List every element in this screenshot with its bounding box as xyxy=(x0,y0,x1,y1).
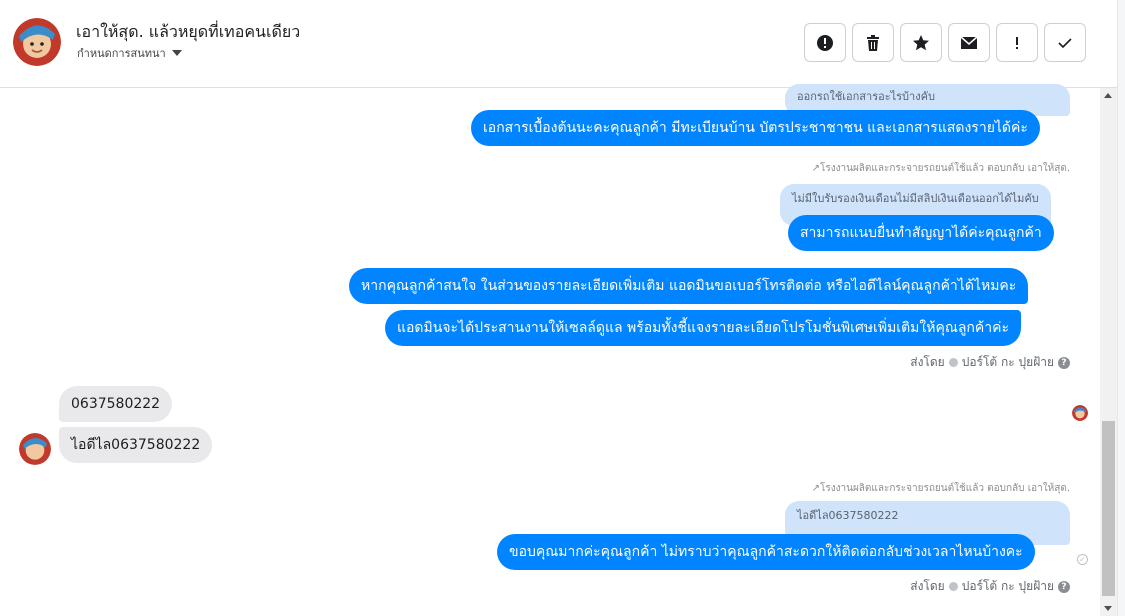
sent-by-name[interactable]: ปอร์โต้ กะ ปุยฝ้าย xyxy=(962,577,1054,596)
report-button[interactable] xyxy=(804,23,846,62)
window-edge xyxy=(1117,0,1125,616)
alert-circle-icon xyxy=(817,34,833,51)
message-text: เอกสารเบื้องต้นนะคะคุณลูกค้า มีทะเบียนบ้… xyxy=(483,120,1028,136)
delivered-check-icon: ✓ xyxy=(1077,554,1088,565)
quoted-message-text: ไอดีไล0637580222 xyxy=(797,509,899,522)
scroll-down-icon[interactable] xyxy=(1104,606,1112,611)
quoted-message-text: ออกรถใช้เอกสารอะไรบ้างคับ xyxy=(797,90,935,103)
incoming-message[interactable]: 0637580222 xyxy=(59,386,173,422)
help-icon[interactable]: ? xyxy=(1058,356,1070,369)
sent-by-label: ส่งโดย xyxy=(910,355,945,369)
sender-avatar[interactable] xyxy=(19,433,51,465)
trash-icon xyxy=(867,34,879,51)
sent-by-label: ส่งโดย xyxy=(910,579,945,593)
check-icon xyxy=(1058,37,1072,48)
message-text: ไอดีไล0637580222 xyxy=(71,437,201,453)
sent-by-info: ส่งโดย ปอร์โต้ กะ ปุยฝ้าย ? xyxy=(910,353,1070,372)
outgoing-message[interactable]: หากคุณลูกค้าสนใจ ในส่วนของรายละเอียดเพิ่… xyxy=(349,268,1029,304)
scroll-thumb[interactable] xyxy=(1102,421,1115,596)
reply-context: ↗โรงงานผลิตและกระจายรถยนต์ใช้แล้ว ตอบกลั… xyxy=(812,161,1070,176)
message-text: 0637580222 xyxy=(71,396,161,412)
caret-down-icon xyxy=(171,50,182,56)
quoted-message-text: ไม่มีใบรับรองเงินเดือนไม่มีสลิปเงินเดือน… xyxy=(792,192,1039,205)
conversation-menu-label: กำหนดการสนทนา xyxy=(77,47,166,60)
message-text: ขอบคุณมากค่ะคุณลูกค้า ไม่ทราบว่าคุณลูกค้… xyxy=(509,544,1023,560)
delete-button[interactable] xyxy=(852,23,894,62)
reply-arrow-icon: ↗ xyxy=(811,163,820,174)
scrollbar[interactable] xyxy=(1100,88,1117,616)
reply-context: ↗โรงงานผลิตและกระจายรถยนต์ใช้แล้ว ตอบกลั… xyxy=(812,481,1070,496)
help-icon[interactable]: ? xyxy=(1058,580,1070,593)
action-toolbar xyxy=(804,23,1086,62)
outgoing-message[interactable]: เอกสารเบื้องต้นนะคะคุณลูกค้า มีทะเบียนบ้… xyxy=(471,110,1040,146)
important-button[interactable] xyxy=(996,23,1038,62)
incoming-message[interactable]: ไอดีไล0637580222 xyxy=(59,427,213,463)
exclamation-icon xyxy=(1016,36,1018,49)
mark-unread-button[interactable] xyxy=(948,23,990,62)
star-icon xyxy=(913,34,929,50)
message-text: หากคุณลูกค้าสนใจ ในส่วนของรายละเอียดเพิ่… xyxy=(361,278,1017,294)
envelope-icon xyxy=(960,35,978,49)
message-text: แอดมินจะได้ประสานงานให้เซลล์ดูแล พร้อมทั… xyxy=(397,320,1009,336)
page-title: เอาให้สุด. แล้วหยุดที่เทอคนเดียว xyxy=(76,22,301,41)
contact-avatar[interactable] xyxy=(13,18,61,66)
reply-context-text: โรงงานผลิตและกระจายรถยนต์ใช้แล้ว ตอบกลับ… xyxy=(819,483,1070,494)
message-text: สามารถแนบยื่นทำสัญญาได้ค่ะคุณลูกค้า xyxy=(800,225,1042,241)
sent-by-info: ส่งโดย ปอร์โต้ กะ ปุยฝ้าย ? xyxy=(910,577,1070,596)
conversation-menu[interactable]: กำหนดการสนทนา xyxy=(77,44,182,62)
mark-done-button[interactable] xyxy=(1044,23,1086,62)
outgoing-message[interactable]: ขอบคุณมากค่ะคุณลูกค้า ไม่ทราบว่าคุณลูกค้… xyxy=(497,534,1035,570)
verified-icon xyxy=(948,358,958,367)
outgoing-message[interactable]: สามารถแนบยื่นทำสัญญาได้ค่ะคุณลูกค้า xyxy=(788,215,1054,251)
outgoing-message[interactable]: แอดมินจะได้ประสานงานให้เซลล์ดูแล พร้อมทั… xyxy=(385,310,1021,346)
verified-icon xyxy=(948,582,958,591)
scroll-up-icon[interactable] xyxy=(1104,93,1112,98)
conversation-header: เอาให้สุด. แล้วหยุดที่เทอคนเดียว กำหนดกา… xyxy=(0,0,1117,88)
reply-arrow-icon: ↗ xyxy=(811,483,820,494)
reply-context-text: โรงงานผลิตและกระจายรถยนต์ใช้แล้ว ตอบกลับ… xyxy=(819,163,1070,174)
seen-avatar xyxy=(1072,405,1088,421)
star-button[interactable] xyxy=(900,23,942,62)
sent-by-name[interactable]: ปอร์โต้ กะ ปุยฝ้าย xyxy=(962,353,1054,372)
